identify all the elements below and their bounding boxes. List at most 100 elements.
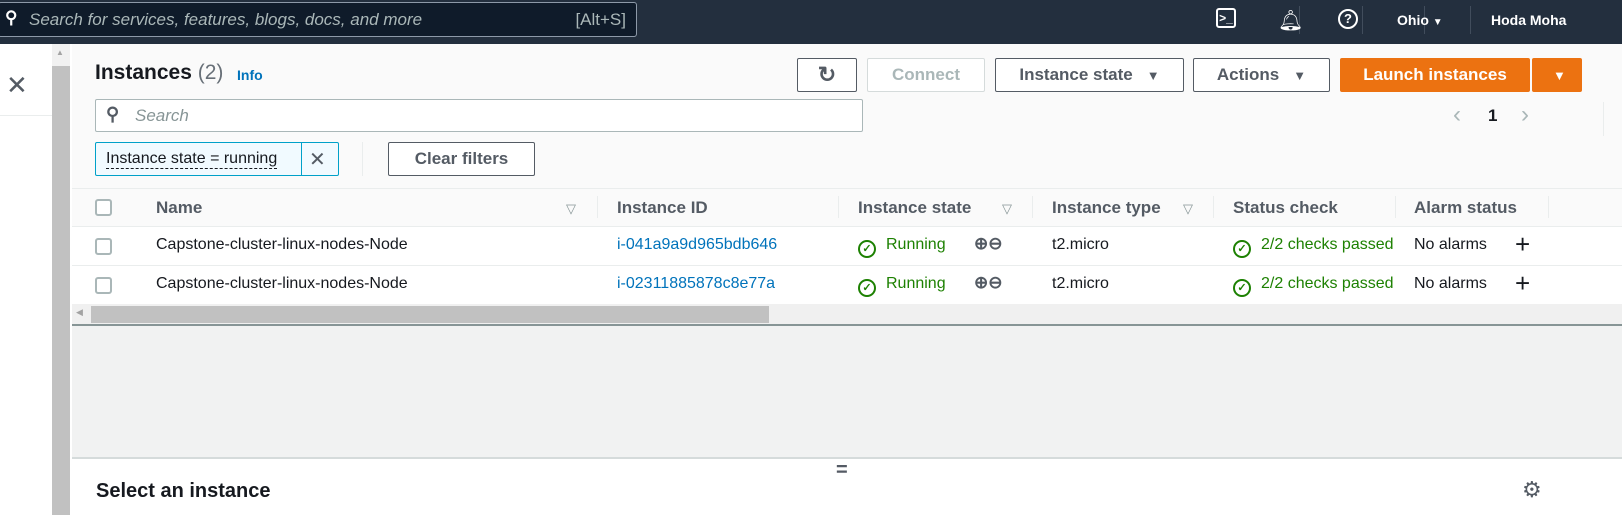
filter-token-label[interactable]: Instance state = running xyxy=(106,150,278,169)
caret-down-icon: ▼ xyxy=(1432,17,1443,28)
connect-label: Connect xyxy=(892,65,960,84)
page-title: Instances (2) xyxy=(95,61,223,85)
select-all-checkbox[interactable] xyxy=(95,199,112,216)
instance-state: ✓ Running xyxy=(858,275,946,297)
zoom-in-out-icon[interactable]: ⊕⊖ xyxy=(974,273,1003,293)
actions-dropdown[interactable]: Actions ▼ xyxy=(1193,58,1330,92)
region-selector[interactable]: Ohio ▼ xyxy=(1397,12,1443,28)
vertical-scrollbar-thumb[interactable] xyxy=(52,66,70,515)
search-input[interactable]: ⚲ Search xyxy=(95,99,863,132)
side-panel: ✕ xyxy=(0,44,52,515)
divider xyxy=(0,115,52,116)
scroll-up-icon[interactable]: ▲ xyxy=(56,48,64,57)
instance-type: t2.micro xyxy=(1052,236,1109,253)
instance-state-dropdown[interactable]: Instance state ▼ xyxy=(995,58,1184,92)
check-circle-icon: ✓ xyxy=(1233,240,1251,258)
cloudshell-icon[interactable]: >_ xyxy=(1216,8,1236,28)
top-navigation: ⚲ Search for services, features, blogs, … xyxy=(0,0,1622,44)
sort-icon[interactable]: ▽ xyxy=(566,201,576,217)
next-page-icon[interactable]: › xyxy=(1521,101,1529,129)
previous-page-icon[interactable]: ‹ xyxy=(1453,101,1461,129)
divider xyxy=(301,143,302,175)
instance-state-label: Instance state xyxy=(1019,65,1133,84)
instance-type: t2.micro xyxy=(1052,275,1109,292)
row-checkbox[interactable] xyxy=(95,277,112,294)
check-circle-icon: ✓ xyxy=(858,279,876,297)
state-label: Running xyxy=(886,236,946,253)
global-search-input[interactable]: ⚲ Search for services, features, blogs, … xyxy=(0,2,637,37)
title-text: Instances xyxy=(95,61,192,84)
actions-label: Actions xyxy=(1216,65,1280,84)
clear-filters-button[interactable]: Clear filters xyxy=(388,142,535,176)
sort-icon[interactable]: ▽ xyxy=(1002,201,1012,217)
search-shortcut: [Alt+S] xyxy=(575,10,626,29)
caret-down-icon: ▼ xyxy=(1146,67,1160,83)
search-placeholder: Search for services, features, blogs, do… xyxy=(29,10,423,29)
refresh-icon: ↻ xyxy=(817,62,837,87)
add-alarm-icon[interactable]: + xyxy=(1515,229,1530,260)
divider xyxy=(1603,102,1604,136)
row-checkbox[interactable] xyxy=(95,238,112,255)
caret-down-icon: ▼ xyxy=(1553,67,1566,83)
alarm-status: No alarms xyxy=(1414,236,1487,253)
column-header-name[interactable]: Name xyxy=(156,198,202,218)
check-circle-icon: ✓ xyxy=(1233,279,1251,297)
column-header-instance-state[interactable]: Instance state xyxy=(858,198,971,218)
horizontal-scrollbar-thumb[interactable] xyxy=(91,306,769,323)
details-title: Select an instance xyxy=(96,480,271,502)
clear-filters-label: Clear filters xyxy=(414,149,509,168)
region-label: Ohio xyxy=(1397,12,1429,28)
status-check: ✓ 2/2 checks passed xyxy=(1233,275,1396,297)
divider xyxy=(72,188,1622,189)
column-divider[interactable] xyxy=(1032,196,1033,218)
close-icon[interactable]: ✕ xyxy=(6,70,28,101)
caret-down-icon: ▼ xyxy=(1293,67,1307,83)
resize-handle-icon[interactable]: = xyxy=(836,459,848,482)
search-placeholder: Search xyxy=(135,106,189,125)
column-divider[interactable] xyxy=(597,196,598,218)
settings-gear-icon[interactable]: ⚙ xyxy=(1522,477,1542,503)
info-link[interactable]: Info xyxy=(237,67,263,83)
scroll-left-icon[interactable]: ◀ xyxy=(76,307,83,318)
refresh-button[interactable]: ↻ xyxy=(797,58,857,92)
instance-state: ✓ Running xyxy=(858,236,946,258)
check-circle-icon: ✓ xyxy=(858,240,876,258)
instance-id-link[interactable]: i-041a9a9d965bdb646 xyxy=(617,236,777,254)
launch-label: Launch instances xyxy=(1363,65,1507,84)
launch-instances-button[interactable]: Launch instances xyxy=(1340,58,1530,92)
search-icon: ⚲ xyxy=(5,8,18,27)
column-header-alarm-status[interactable]: Alarm status xyxy=(1414,198,1517,218)
instance-id-link[interactable]: i-02311885878c8e77a xyxy=(617,275,775,293)
divider xyxy=(362,142,363,176)
remove-filter-icon[interactable]: ✕ xyxy=(309,147,326,172)
help-icon[interactable]: ? xyxy=(1338,9,1358,29)
divider xyxy=(1470,6,1471,34)
table-row[interactable]: Capstone-cluster-linux-nodes-Node i-041a… xyxy=(72,226,1622,265)
page-number[interactable]: 1 xyxy=(1488,106,1497,126)
filter-token: Instance state = running ✕ xyxy=(95,142,339,176)
empty-area xyxy=(72,326,1622,457)
column-divider[interactable] xyxy=(1548,196,1549,218)
column-divider[interactable] xyxy=(838,196,839,218)
alarm-status: No alarms xyxy=(1414,275,1487,292)
connect-button[interactable]: Connect xyxy=(867,58,985,92)
table-row[interactable]: Capstone-cluster-linux-nodes-Node i-0231… xyxy=(72,265,1622,304)
zoom-in-out-icon[interactable]: ⊕⊖ xyxy=(974,234,1003,254)
column-divider[interactable] xyxy=(1213,196,1214,218)
user-menu[interactable]: Hoda Moha xyxy=(1491,12,1566,28)
add-alarm-icon[interactable]: + xyxy=(1515,268,1530,299)
column-header-status-check[interactable]: Status check xyxy=(1233,198,1338,218)
bell-icon[interactable]: 🔔︎ xyxy=(1278,8,1303,33)
instance-name: Capstone-cluster-linux-nodes-Node xyxy=(156,236,408,253)
search-icon: ⚲ xyxy=(106,104,120,124)
status-check: ✓ 2/2 checks passed xyxy=(1233,236,1396,258)
launch-options-dropdown[interactable]: ▼ xyxy=(1532,58,1582,92)
column-header-instance-type[interactable]: Instance type xyxy=(1052,198,1161,218)
sort-icon[interactable]: ▽ xyxy=(1183,201,1193,217)
state-label: Running xyxy=(886,275,946,292)
status-label: 2/2 checks passed xyxy=(1261,236,1394,253)
instance-name: Capstone-cluster-linux-nodes-Node xyxy=(156,275,408,292)
column-divider[interactable] xyxy=(1395,196,1396,218)
column-header-instance-id[interactable]: Instance ID xyxy=(617,198,708,218)
status-label: 2/2 checks passed xyxy=(1261,275,1394,292)
